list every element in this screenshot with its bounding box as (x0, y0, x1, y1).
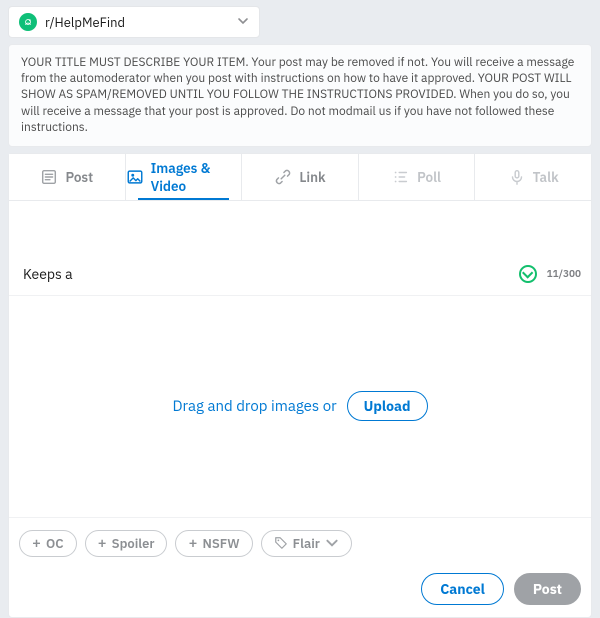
tab-talk-label: Talk (533, 168, 559, 186)
link-icon (274, 168, 292, 186)
upload-button[interactable]: Upload (347, 391, 428, 421)
tag-row: + OC + Spoiler + NSFW Flair (9, 518, 591, 567)
poll-icon (392, 168, 410, 186)
post-type-tabs: Post Images & Video Link Poll (9, 154, 591, 201)
media-dropzone[interactable]: Drag and drop images or Upload (9, 296, 591, 518)
tab-link-label: Link (299, 168, 325, 186)
title-counter: 11/300 (547, 267, 581, 280)
tag-spoiler[interactable]: + Spoiler (85, 530, 168, 557)
tag-icon (274, 536, 288, 550)
tab-link[interactable]: Link (242, 154, 359, 200)
title-input[interactable] (19, 257, 509, 291)
plus-icon: + (98, 536, 107, 551)
tab-images-label: Images & Video (151, 159, 242, 195)
dropzone-text: Drag and drop images or (172, 397, 336, 416)
post-panel: Post Images & Video Link Poll (8, 153, 592, 618)
community-selector[interactable]: r/HelpMeFind (8, 6, 260, 38)
chevron-down-icon (325, 536, 339, 550)
plus-icon: + (32, 536, 41, 551)
tab-poll: Poll (359, 154, 476, 200)
highlight-box (9, 201, 154, 253)
tag-nsfw-label: NSFW (202, 535, 239, 552)
tab-talk: Talk (475, 154, 591, 200)
tag-oc[interactable]: + OC (19, 530, 77, 557)
tag-oc-label: OC (46, 535, 64, 552)
tag-flair[interactable]: Flair (261, 530, 352, 557)
post-button: Post (514, 573, 581, 605)
tab-post-label: Post (65, 168, 93, 186)
tab-post[interactable]: Post (9, 154, 126, 200)
cancel-button[interactable]: Cancel (421, 573, 504, 605)
plus-icon: + (188, 536, 197, 551)
community-name: r/HelpMeFind (45, 14, 229, 31)
action-row: Cancel Post (9, 567, 591, 617)
chevron-down-icon (237, 12, 249, 32)
tab-images-video[interactable]: Images & Video (126, 154, 243, 200)
tab-poll-label: Poll (417, 168, 441, 186)
image-icon (126, 168, 144, 186)
tag-spoiler-label: Spoiler (112, 535, 155, 552)
post-icon (40, 168, 58, 186)
tag-flair-label: Flair (293, 535, 320, 552)
mic-icon (508, 168, 526, 186)
community-avatar (19, 13, 37, 31)
tag-nsfw[interactable]: + NSFW (175, 530, 252, 557)
grammarly-icon[interactable] (519, 265, 537, 283)
rules-banner: YOUR TITLE MUST DESCRIBE YOUR ITEM. Your… (8, 44, 592, 147)
